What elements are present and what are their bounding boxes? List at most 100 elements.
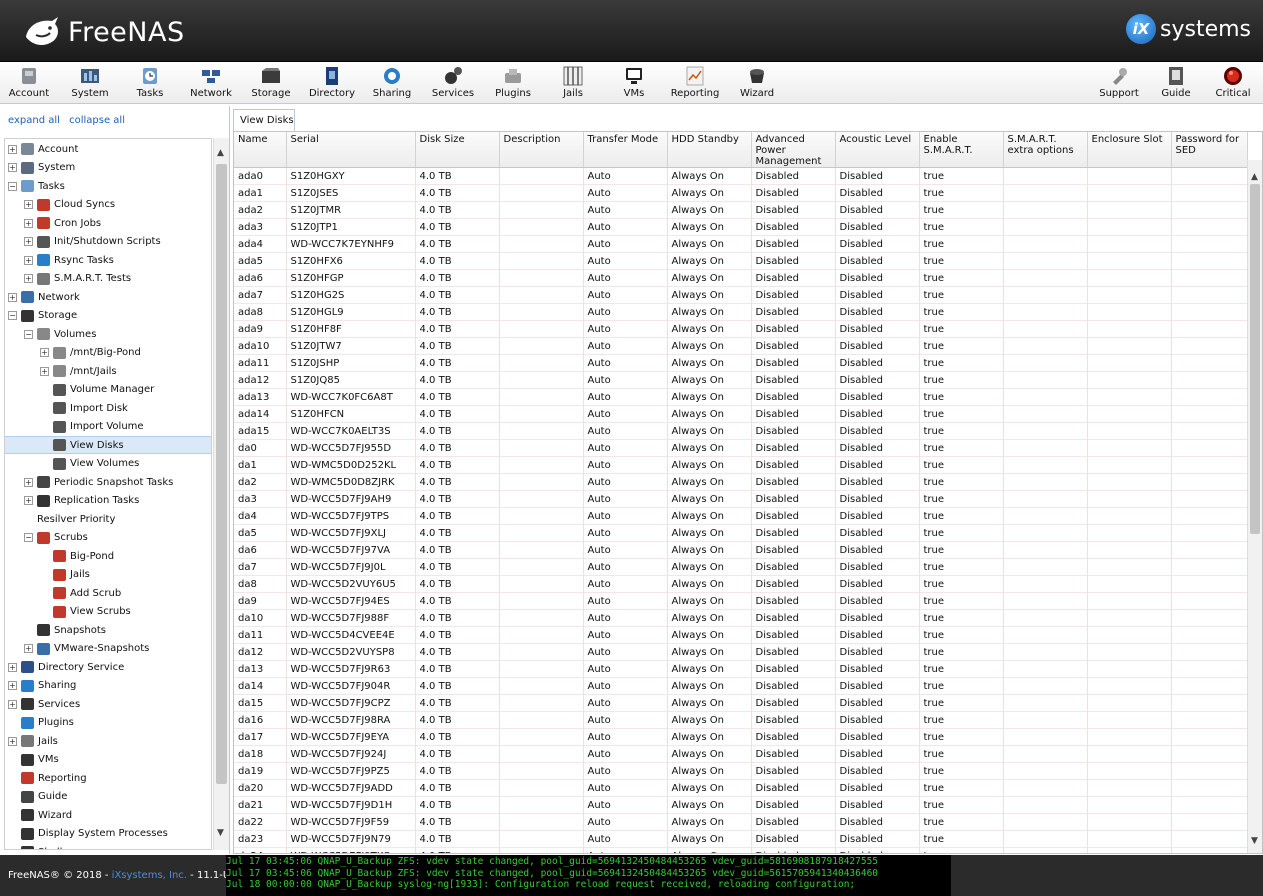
table-row[interactable]: da1 WD-WMC5D0D252KL 4.0 TB Auto Always On Dis… — [234, 456, 1248, 474]
column-header[interactable]: S.M.A.R.T. extra options — [1003, 132, 1088, 168]
expand-toggle-icon[interactable]: + — [24, 255, 33, 265]
ixsystems-logo[interactable]: iX systems — [1126, 14, 1251, 44]
table-row[interactable]: da8 WD-WCC5D2VUY6U5 4.0 TB Auto Always On Dis… — [234, 575, 1248, 593]
toolbar-vms-button[interactable]: VMs — [606, 64, 662, 102]
table-row[interactable]: da12 WD-WCC5D2VUYSP8 4.0 TB Auto Always On Di… — [234, 643, 1248, 661]
tree-item-services[interactable]: + Services — [5, 695, 211, 713]
console-log[interactable]: Jul 17 03:45:06 QNAP_U_Backup ZFS: vdev … — [226, 855, 951, 896]
sidebar-scroll-thumb[interactable] — [216, 164, 227, 784]
tree-item-vms[interactable]: VMs — [5, 751, 211, 769]
tree-item-snapshots[interactable]: Snapshots — [5, 621, 211, 639]
collapse-toggle-icon[interactable]: − — [8, 181, 17, 191]
tree-item-import-disk[interactable]: Import Disk — [5, 399, 211, 417]
tree-item-rsync-tasks[interactable]: + Rsync Tasks — [5, 251, 211, 269]
collapse-toggle-icon[interactable]: − — [24, 533, 33, 542]
tree-item-view-scrubs[interactable]: View Scrubs — [5, 603, 211, 621]
tab-view-disks[interactable]: View Disks — [233, 109, 295, 131]
collapse-toggle-icon[interactable]: − — [24, 329, 33, 339]
tree-item-resilver-priority[interactable]: Resilver Priority — [5, 510, 211, 528]
tree-item-plugins[interactable]: Plugins — [5, 714, 211, 732]
expand-toggle-icon[interactable]: + — [8, 292, 17, 302]
table-row[interactable]: ada4 WD-WCC7K7EYNHF9 4.0 TB Auto Always On Di… — [234, 235, 1248, 253]
toolbar-tasks-button[interactable]: Tasks — [122, 64, 178, 102]
table-row[interactable]: da23 WD-WCC5D7FJ9N79 4.0 TB Auto Always On Di… — [234, 830, 1248, 848]
toolbar-storage-button[interactable]: Storage — [243, 64, 299, 102]
tree-item-guide[interactable]: Guide — [5, 788, 211, 806]
tree-item-s-m-a-r-t-tests[interactable]: + S.M.A.R.T. Tests — [5, 270, 211, 288]
freenas-logo[interactable]: FreeNAS — [22, 12, 185, 52]
table-row[interactable]: da4 WD-WCC5D7FJ9TPS 4.0 TB Auto Always On Dis… — [234, 507, 1248, 525]
table-row[interactable]: da18 WD-WCC5D7FJ924J 4.0 TB Auto Always On Di… — [234, 745, 1248, 763]
tree-item-scrubs[interactable]: − Scrubs — [5, 529, 211, 547]
expand-toggle-icon[interactable]: + — [24, 237, 33, 246]
table-row[interactable]: da21 WD-WCC5D7FJ9D1H 4.0 TB Auto Always On Di… — [234, 796, 1248, 814]
toolbar-plugins-button[interactable]: Plugins — [485, 64, 541, 102]
table-row[interactable]: da6 WD-WCC5D7FJ97VA 4.0 TB Auto Always On Dis… — [234, 541, 1248, 559]
tree-item-display-system-processes[interactable]: Display System Processes — [5, 825, 211, 843]
table-row[interactable]: ada1 S1Z0JSES 4.0 TB Auto Always On Disabled D… — [234, 184, 1248, 202]
expand-toggle-icon[interactable]: + — [8, 163, 17, 172]
column-header[interactable]: Acoustic Level — [835, 132, 920, 168]
table-row[interactable]: da9 WD-WCC5D7FJ94ES 4.0 TB Auto Always On Dis… — [234, 592, 1248, 610]
tree-item-replication-tasks[interactable]: + Replication Tasks — [5, 492, 211, 510]
table-row[interactable]: da11 WD-WCC5D4CVEE4E 4.0 TB Auto Always On Di… — [234, 626, 1248, 644]
table-row[interactable]: ada10 S1Z0JTW7 4.0 TB Auto Always On Disabled… — [234, 337, 1248, 355]
table-row[interactable]: da16 WD-WCC5D7FJ98RA 4.0 TB Auto Always On Di… — [234, 711, 1248, 729]
column-header[interactable]: HDD Standby — [667, 132, 752, 168]
table-row[interactable]: ada11 S1Z0JSHP 4.0 TB Auto Always On Disabled… — [234, 354, 1248, 372]
column-header[interactable]: Serial — [286, 132, 416, 168]
table-row[interactable]: da0 WD-WCC5D7FJ955D 4.0 TB Auto Always On Dis… — [234, 439, 1248, 457]
tree-item-volumes[interactable]: − Volumes — [5, 325, 211, 343]
table-row[interactable]: ada15 WD-WCC7K0AELT3S 4.0 TB Auto Always On D… — [234, 422, 1248, 440]
tree-item-import-volume[interactable]: Import Volume — [5, 418, 211, 436]
tree-item-big-pond[interactable]: Big-Pond — [5, 547, 211, 565]
toolbar-jails-button[interactable]: Jails — [545, 64, 601, 102]
expand-toggle-icon[interactable]: + — [24, 644, 33, 653]
table-row[interactable]: ada14 S1Z0HFCN 4.0 TB Auto Always On Disabled… — [234, 405, 1248, 423]
column-header[interactable]: Password for SED — [1171, 132, 1248, 168]
table-row[interactable]: da20 WD-WCC5D7FJ9ADD 4.0 TB Auto Always On Di… — [234, 779, 1248, 797]
toolbar-network-button[interactable]: Network — [183, 64, 239, 102]
column-header[interactable]: Disk Size — [415, 132, 500, 168]
expand-toggle-icon[interactable]: + — [40, 366, 49, 376]
table-row[interactable]: ada7 S1Z0HG2S 4.0 TB Auto Always On Disabled D… — [234, 286, 1248, 304]
expand-all-link[interactable]: expand all — [8, 115, 60, 126]
tree-item-cron-jobs[interactable]: + Cron Jobs — [5, 214, 211, 232]
tree-item-network[interactable]: + Network — [5, 288, 211, 306]
toolbar-critical-button[interactable]: Critical — [1205, 64, 1261, 102]
expand-toggle-icon[interactable]: + — [24, 200, 33, 209]
grid-scrollbar[interactable]: ▲ ▼ — [1247, 160, 1262, 853]
table-row[interactable]: ada6 S1Z0HFGP 4.0 TB Auto Always On Disabled D… — [234, 269, 1248, 287]
table-row[interactable]: da13 WD-WCC5D7FJ9R63 4.0 TB Auto Always On Di… — [234, 660, 1248, 678]
tree-item-vmware-snapshots[interactable]: + VMware-Snapshots — [5, 640, 211, 658]
expand-toggle-icon[interactable]: + — [24, 477, 33, 487]
table-row[interactable]: da7 WD-WCC5D7FJ9J0L 4.0 TB Auto Always On Dis… — [234, 558, 1248, 576]
tree-item-shell[interactable]: Shell — [5, 843, 211, 849]
tree-item-wizard[interactable]: Wizard — [5, 806, 211, 824]
scroll-down-arrow-icon[interactable]: ▼ — [217, 828, 224, 838]
table-row[interactable]: ada0 S1Z0HGXY 4.0 TB Auto Always On Disabled D… — [234, 167, 1248, 185]
table-row[interactable]: da24WD-WCC5D7FJ9TKC4.0 TBAutoAlways OnDi… — [234, 847, 1248, 853]
tree-item-jails[interactable]: + Jails — [5, 732, 211, 750]
toolbar-services-button[interactable]: Services — [425, 64, 481, 102]
tree-item-add-scrub[interactable]: Add Scrub — [5, 584, 211, 602]
tree-item-view-volumes[interactable]: View Volumes — [5, 455, 211, 473]
sidebar-scrollbar[interactable]: ▲ ▼ — [213, 138, 229, 850]
tree-item-init-shutdown-scripts[interactable]: + Init/Shutdown Scripts — [5, 233, 211, 251]
tree-item-periodic-snapshot-tasks[interactable]: + Periodic Snapshot Tasks — [5, 473, 211, 491]
expand-toggle-icon[interactable]: + — [8, 681, 17, 690]
column-header[interactable]: Transfer Mode — [583, 132, 668, 168]
table-row[interactable]: ada2 S1Z0JTMR 4.0 TB Auto Always On Disabled D… — [234, 201, 1248, 219]
column-header[interactable]: Name — [234, 132, 287, 168]
collapse-all-link[interactable]: collapse all — [69, 115, 125, 126]
table-row[interactable]: ada9 S1Z0HF8F 4.0 TB Auto Always On Disabled D… — [234, 320, 1248, 338]
expand-toggle-icon[interactable]: + — [8, 736, 17, 746]
table-row[interactable]: ada5 S1Z0HFX6 4.0 TB Auto Always On Disabled D… — [234, 252, 1248, 270]
expand-toggle-icon[interactable]: + — [8, 699, 17, 709]
tree-item-view-disks[interactable]: View Disks — [5, 436, 211, 454]
table-row[interactable]: da22 WD-WCC5D7FJ9F59 4.0 TB Auto Always On Di… — [234, 813, 1248, 831]
table-row[interactable]: da10 WD-WCC5D7FJ988F 4.0 TB Auto Always On Di… — [234, 609, 1248, 627]
tree-item-mnt-jails[interactable]: + /mnt/Jails — [5, 362, 211, 380]
expand-toggle-icon[interactable]: + — [8, 662, 17, 672]
tree-item-tasks[interactable]: − Tasks — [5, 177, 211, 195]
